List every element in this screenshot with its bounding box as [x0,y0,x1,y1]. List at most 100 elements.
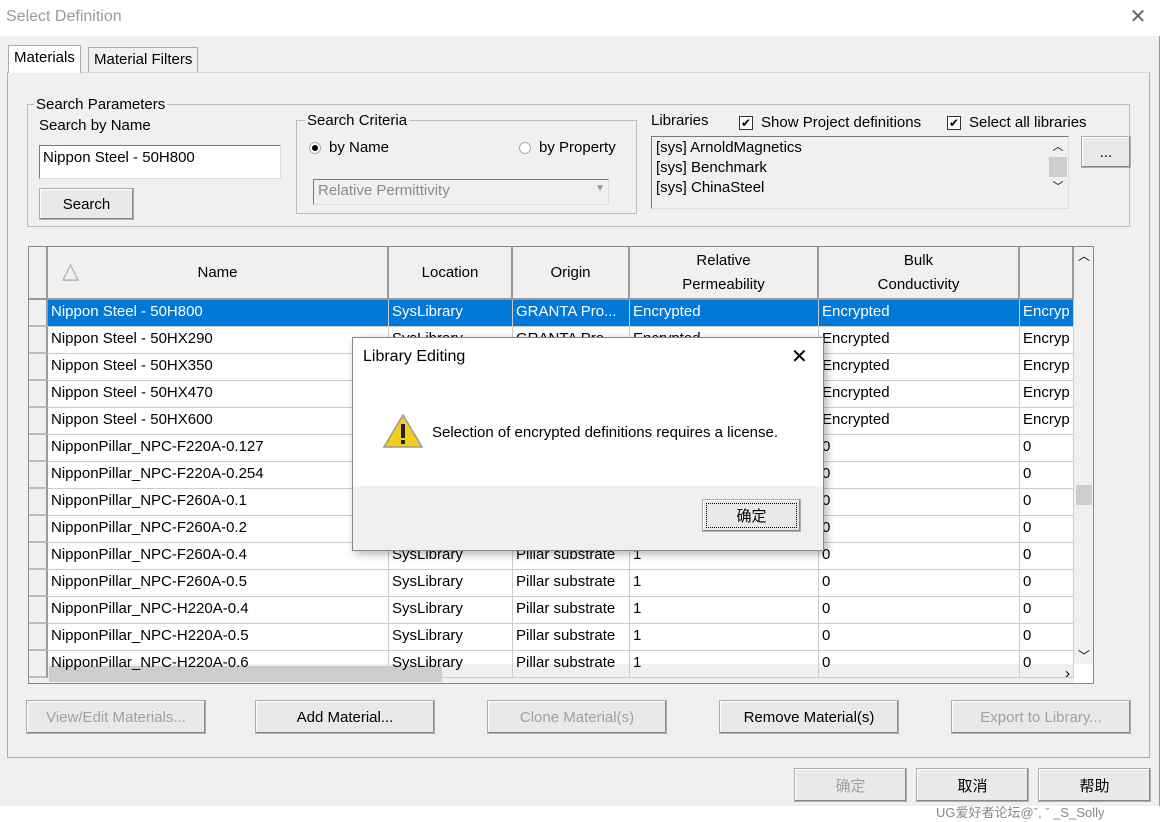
cell-origin[interactable]: GRANTA Pro... [513,300,630,327]
column-header-bulk-conductivity[interactable]: Bulk Conductivity [819,247,1020,300]
cell-extra[interactable]: Encryp [1020,327,1074,354]
row-header[interactable] [29,354,48,381]
view-edit-materials-button[interactable]: View/Edit Materials... [26,700,206,734]
cell-bulk-conductivity[interactable]: 0 [819,651,1020,678]
cell-bulk-conductivity[interactable]: 0 [819,597,1020,624]
row-header[interactable] [29,624,48,651]
cell-name[interactable]: Nippon Steel - 50HX290 [48,327,389,354]
cell-name[interactable]: NipponPillar_NPC-F220A-0.127 [48,435,389,462]
row-header[interactable] [29,300,48,327]
cell-extra[interactable]: 0 [1020,543,1074,570]
close-icon[interactable]: ✕ [791,344,808,369]
cell-relative-permeability[interactable]: 1 [630,570,819,597]
cell-extra[interactable]: 0 [1020,651,1074,678]
tab-materials[interactable]: Materials [8,45,81,73]
cell-origin[interactable]: Pillar substrate [513,570,630,597]
radio-by-property[interactable]: by Property [519,139,616,156]
scroll-thumb[interactable] [1076,485,1092,505]
cancel-button[interactable]: 取消 [916,768,1029,802]
cell-extra[interactable]: 0 [1020,489,1074,516]
sort-icon[interactable]: △ [62,259,79,283]
ok-button[interactable]: 确定 [794,768,907,802]
search-name-input[interactable]: Nippon Steel - 50H800 [39,145,281,179]
column-header-name[interactable]: △ Name [48,247,389,300]
cell-bulk-conductivity[interactable]: 0 [819,570,1020,597]
chevron-down-icon[interactable]: ﹀ [1074,647,1093,664]
cell-location[interactable]: SysLibrary [389,597,513,624]
help-button[interactable]: 帮助 [1038,768,1151,802]
cell-name[interactable]: NipponPillar_NPC-F220A-0.254 [48,462,389,489]
cell-bulk-conductivity[interactable]: 0 [819,624,1020,651]
table-row[interactable]: NipponPillar_NPC-F260A-0.5 SysLibrary Pill… [29,570,1074,597]
cell-name[interactable]: NipponPillar_NPC-H220A-0.6 [48,651,389,678]
cell-bulk-conductivity[interactable]: Encrypted [819,327,1020,354]
library-item[interactable]: [sys] Benchmark [656,158,1064,178]
row-header[interactable] [29,435,48,462]
cell-name[interactable]: NipponPillar_NPC-F260A-0.2 [48,516,389,543]
cell-name[interactable]: NipponPillar_NPC-H220A-0.5 [48,624,389,651]
cell-name[interactable]: Nippon Steel - 50HX600 [48,408,389,435]
row-header[interactable] [29,570,48,597]
cell-name[interactable]: NipponPillar_NPC-F260A-0.5 [48,570,389,597]
table-row[interactable]: Nippon Steel - 50H800 SysLibrary GRANTA Pr… [29,300,1074,327]
libraries-scrollbar[interactable]: ︿ ﹀ [1048,137,1068,208]
libraries-list[interactable]: [sys] ArnoldMagnetics [sys] Benchmark [s… [651,136,1069,209]
chevron-up-icon[interactable]: ︿ [1074,247,1093,264]
property-select[interactable]: Relative Permittivity ▼ [313,179,609,205]
cell-extra[interactable]: 0 [1020,570,1074,597]
clone-material-s-button[interactable]: Clone Material(s) [487,700,667,734]
cell-bulk-conductivity[interactable]: 0 [819,462,1020,489]
cell-location[interactable]: SysLibrary [389,300,513,327]
cell-bulk-conductivity[interactable]: Encrypted [819,381,1020,408]
cell-bulk-conductivity[interactable]: Encrypted [819,354,1020,381]
column-header-location[interactable]: Location [389,247,513,300]
cell-extra[interactable]: 0 [1020,516,1074,543]
cell-extra[interactable]: Encryp [1020,381,1074,408]
cell-bulk-conductivity[interactable]: Encrypted [819,300,1020,327]
show-project-checkbox[interactable]: ✔ Show Project definitions [739,114,921,131]
row-header[interactable] [29,462,48,489]
cell-bulk-conductivity[interactable]: 0 [819,516,1020,543]
cell-bulk-conductivity[interactable]: Encrypted [819,408,1020,435]
column-header-extra[interactable] [1020,247,1074,300]
table-row[interactable]: NipponPillar_NPC-H220A-0.6 SysLibrary Pill… [29,651,1074,678]
cell-name[interactable]: NipponPillar_NPC-F260A-0.4 [48,543,389,570]
scroll-thumb[interactable] [1049,157,1067,177]
table-row[interactable]: NipponPillar_NPC-H220A-0.4 SysLibrary Pill… [29,597,1074,624]
export-to-library-button[interactable]: Export to Library... [951,700,1131,734]
cell-name[interactable]: Nippon Steel - 50HX470 [48,381,389,408]
library-item[interactable]: [sys] ChinaSteel [656,178,1064,198]
cell-bulk-conductivity[interactable]: 0 [819,489,1020,516]
cell-extra[interactable]: 0 [1020,597,1074,624]
row-header[interactable] [29,516,48,543]
cell-origin[interactable]: Pillar substrate [513,651,630,678]
column-header-relative-permeability[interactable]: Relative Permeability [630,247,819,300]
remove-material-s-button[interactable]: Remove Material(s) [719,700,899,734]
cell-relative-permeability[interactable]: 1 [630,624,819,651]
cell-bulk-conductivity[interactable]: 0 [819,435,1020,462]
cell-name[interactable]: NipponPillar_NPC-F260A-0.1 [48,489,389,516]
cell-name[interactable]: Nippon Steel - 50HX350 [48,354,389,381]
cell-relative-permeability[interactable]: Encrypted [630,300,819,327]
tab-material-filters[interactable]: Material Filters [88,47,199,73]
vertical-scrollbar[interactable]: ︿ ﹀ [1074,247,1093,664]
cell-extra[interactable]: 0 [1020,462,1074,489]
cell-extra[interactable]: 0 [1020,435,1074,462]
chevron-up-icon[interactable]: ︿ [1048,137,1068,157]
row-header[interactable] [29,597,48,624]
cell-extra[interactable]: Encryp [1020,300,1074,327]
cell-name[interactable]: Nippon Steel - 50H800 [48,300,389,327]
cell-bulk-conductivity[interactable]: 0 [819,543,1020,570]
dialog-ok-button[interactable]: 确定 [702,499,801,532]
column-header-origin[interactable]: Origin [513,247,630,300]
cell-origin[interactable]: Pillar substrate [513,597,630,624]
table-row[interactable]: NipponPillar_NPC-H220A-0.5 SysLibrary Pill… [29,624,1074,651]
search-button[interactable]: Search [39,188,134,220]
add-material-button[interactable]: Add Material... [255,700,435,734]
select-all-libraries-checkbox[interactable]: ✔ Select all libraries [947,114,1095,131]
cell-location[interactable]: SysLibrary [389,570,513,597]
row-header[interactable] [29,543,48,570]
cell-name[interactable]: NipponPillar_NPC-H220A-0.4 [48,597,389,624]
cell-origin[interactable]: Pillar substrate [513,624,630,651]
cell-relative-permeability[interactable]: 1 [630,597,819,624]
